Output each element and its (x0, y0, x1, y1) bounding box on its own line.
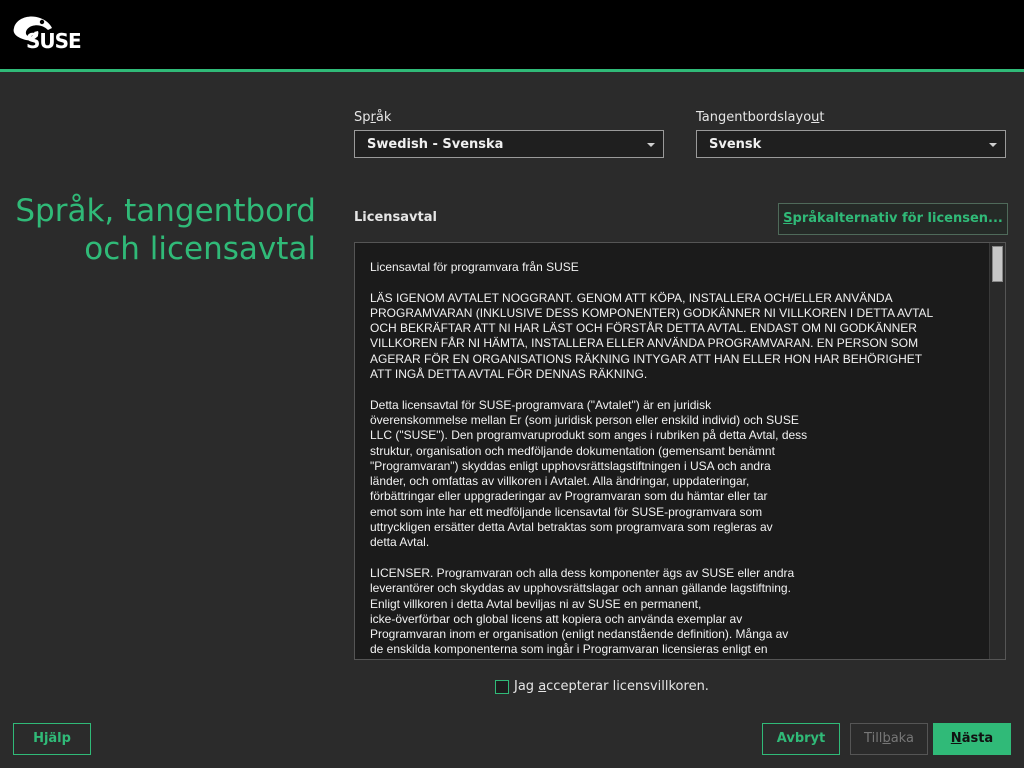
top-bar-accent-line (0, 69, 1024, 72)
language-select[interactable]: Swedish - Svenska (354, 130, 664, 158)
license-paragraph: Licensavtal för programvara från SUSE (370, 260, 579, 274)
abort-button[interactable]: Avbryt (762, 723, 840, 755)
language-selected-value: Swedish - Svenska (367, 137, 504, 152)
chevron-down-icon (647, 143, 655, 147)
keyboard-label-text-end: t (819, 110, 825, 125)
back-label-text-end: aka (890, 731, 914, 746)
accept-label-mnemonic: a (538, 679, 547, 694)
keyboard-selected-value: Svensk (709, 137, 762, 152)
help-button[interactable]: Hjälp (13, 723, 91, 755)
license-scrollbar-thumb[interactable] (992, 246, 1003, 282)
license-section-label: Licensavtal (354, 210, 437, 225)
license-options-label: pråkalternativ för licensen... (792, 211, 1003, 226)
language-label-text-end: åk (375, 110, 392, 125)
keyboard-layout-select[interactable]: Svensk (696, 130, 1006, 158)
logo-text: SUSE (26, 29, 82, 53)
keyboard-layout-label: Tangentbordslayout (696, 110, 825, 125)
chevron-down-icon (989, 143, 997, 147)
language-label: Språk (354, 110, 391, 125)
language-label-text: Sp (354, 110, 371, 125)
accept-license-checkbox[interactable] (495, 680, 509, 694)
license-options-mnemonic: S (783, 211, 793, 226)
next-label-mnemonic: N (950, 731, 962, 746)
license-language-options-button[interactable]: Språkalternativ för licensen... (778, 203, 1008, 235)
license-text: Licensavtal för programvara från SUSE LÄ… (370, 260, 960, 659)
keyboard-label-text: Tangentbordslayo (696, 110, 812, 125)
next-button[interactable]: Nästa (933, 723, 1011, 755)
license-paragraph: Detta licensavtal för SUSE-programvara (… (370, 397, 808, 550)
back-button[interactable]: Tillbaka (850, 723, 928, 755)
back-label-mnemonic: b (882, 731, 891, 746)
accept-license-label[interactable]: Jag accepterar licensvillkoren. (514, 679, 709, 694)
page-title: Språk, tangentbord och licensavtal (10, 192, 316, 268)
page-title-line-1: Språk, tangentbord (15, 193, 316, 229)
license-text-view[interactable]: Licensavtal för programvara från SUSE LÄ… (354, 242, 1006, 660)
license-paragraph: LÄS IGENOM AVTALET NOGGRANT. GENOM ATT K… (370, 290, 934, 382)
license-scrollbar[interactable] (989, 243, 1005, 659)
accept-label-text: Jag (514, 679, 539, 694)
page-title-line-2: och licensavtal (84, 231, 316, 267)
back-label-text: Till (864, 731, 883, 746)
top-bar: SUSE (0, 0, 1024, 69)
next-label-text: ästa (961, 731, 994, 746)
license-paragraph: LICENSER. Programvaran och alla dess kom… (370, 565, 795, 657)
accept-label-text-end: ccepterar licensvillkoren. (546, 679, 709, 694)
